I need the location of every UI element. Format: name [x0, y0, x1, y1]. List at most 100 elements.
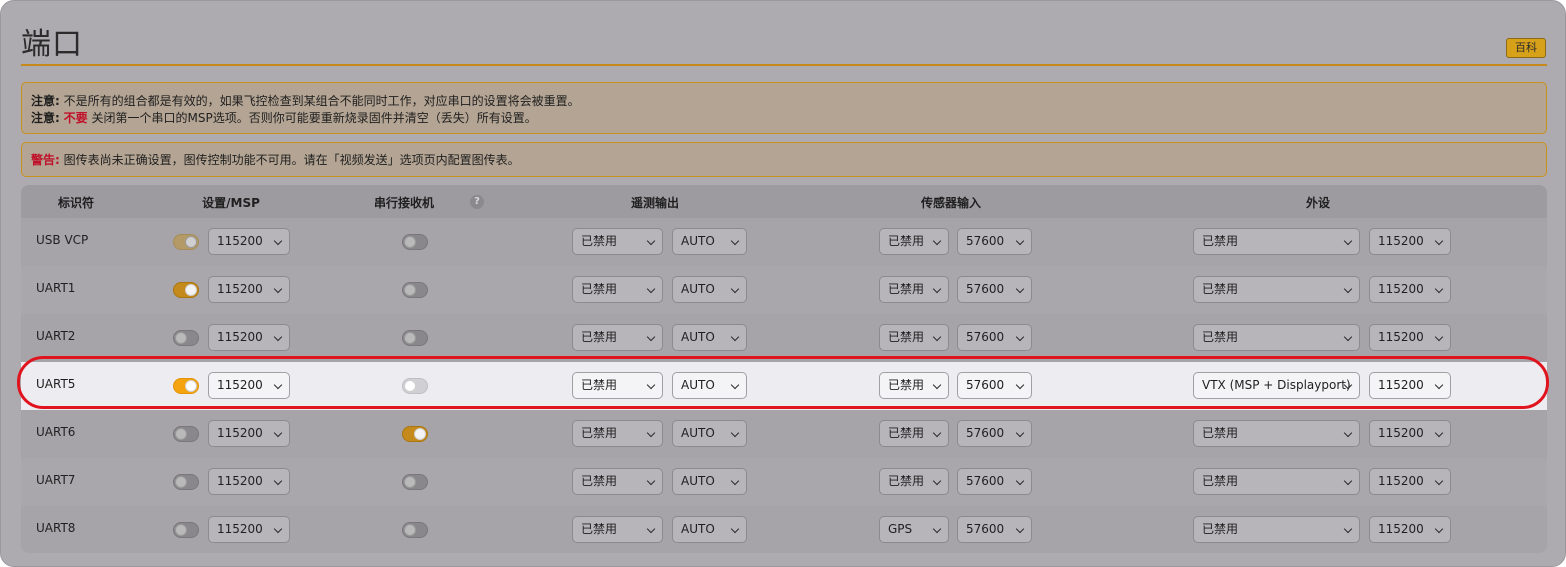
select-value: AUTO	[681, 330, 715, 344]
peripheral-baud-select[interactable]: 115200	[1369, 468, 1451, 495]
telemetry-baud-select[interactable]: AUTO	[672, 420, 747, 447]
serial-rx-toggle[interactable]	[402, 234, 428, 250]
col-peripherals: 外设	[1305, 196, 1331, 210]
toggle-knob	[175, 428, 187, 440]
help-icon[interactable]: ?	[470, 195, 484, 209]
chevron-down-icon	[932, 428, 942, 438]
telemetry-mode-select[interactable]: 已禁用	[572, 420, 663, 447]
toggle-knob	[414, 428, 426, 440]
sensor-mode-select[interactable]: 已禁用	[879, 324, 949, 351]
wiki-button[interactable]: 百科	[1506, 38, 1546, 58]
select-value: 已禁用	[1202, 234, 1239, 248]
col-sensor: 传感器输入	[920, 196, 982, 210]
telemetry-mode-select[interactable]: 已禁用	[572, 516, 663, 543]
msp-toggle[interactable]	[173, 282, 199, 298]
sensor-mode-select[interactable]: GPS	[879, 516, 949, 543]
chevron-down-icon	[1434, 236, 1444, 246]
msp-toggle[interactable]	[173, 330, 199, 346]
telemetry-baud-select[interactable]: AUTO	[672, 468, 747, 495]
select-value: 已禁用	[888, 234, 925, 248]
select-value: 115200	[1378, 426, 1424, 440]
note-emphasis: 不要	[63, 111, 88, 125]
sensor-baud-select[interactable]: 57600	[957, 468, 1032, 495]
sensor-mode-select[interactable]: 已禁用	[879, 420, 949, 447]
note-box: 注意: 不是所有的组合都是有效的，如果飞控检查到某组合不能同时工作，对应串口的设…	[21, 82, 1547, 134]
serial-rx-toggle[interactable]	[402, 330, 428, 346]
msp-baud-select[interactable]: 115200	[208, 276, 290, 303]
warning-text: 图传表尚未正确设置，图传控制功能不可用。请在「视频发送」选项页内配置图传表。	[63, 153, 520, 167]
chevron-down-icon	[1343, 236, 1353, 246]
select-value: 115200	[1378, 522, 1424, 536]
select-value: AUTO	[681, 234, 715, 248]
toggle-knob	[404, 236, 416, 248]
toggle-knob	[185, 236, 197, 248]
toggle-knob	[175, 524, 187, 536]
serial-rx-toggle[interactable]	[402, 426, 428, 442]
serial-rx-toggle[interactable]	[402, 282, 428, 298]
peripheral-baud-select[interactable]: 115200	[1369, 228, 1451, 255]
note-label: 注意:	[31, 94, 60, 108]
select-value: 115200	[217, 522, 263, 536]
select-value: 115200	[217, 234, 263, 248]
chevron-down-icon	[273, 332, 283, 342]
peripheral-baud-select[interactable]: 115200	[1369, 516, 1451, 543]
sensor-mode-select[interactable]: 已禁用	[879, 276, 949, 303]
msp-toggle[interactable]	[173, 234, 199, 250]
select-value: 已禁用	[581, 234, 618, 248]
select-value: 已禁用	[581, 522, 618, 536]
chevron-down-icon	[1434, 428, 1444, 438]
telemetry-baud-select[interactable]: AUTO	[672, 516, 747, 543]
select-value: AUTO	[681, 426, 715, 440]
sensor-baud-select[interactable]: 57600	[957, 516, 1032, 543]
peripheral-baud-select[interactable]: 115200	[1369, 324, 1451, 351]
sensor-baud-select[interactable]: 57600	[957, 276, 1032, 303]
peripheral-mode-select[interactable]: 已禁用	[1193, 276, 1360, 303]
sensor-baud-select[interactable]: 57600	[957, 228, 1032, 255]
warning-label: 警告:	[31, 153, 60, 167]
chevron-down-icon	[1434, 284, 1444, 294]
chevron-down-icon	[1015, 236, 1025, 246]
telemetry-mode-select[interactable]: 已禁用	[572, 324, 663, 351]
peripheral-mode-select[interactable]: 已禁用	[1193, 324, 1360, 351]
port-identifier: UART7	[36, 473, 76, 487]
chevron-down-icon	[273, 284, 283, 294]
select-value: 已禁用	[888, 282, 925, 296]
peripheral-mode-select[interactable]: 已禁用	[1193, 516, 1360, 543]
select-value: 已禁用	[581, 474, 618, 488]
peripheral-mode-select[interactable]: 已禁用	[1193, 468, 1360, 495]
chevron-down-icon	[1343, 332, 1353, 342]
peripheral-baud-select[interactable]: 115200	[1369, 276, 1451, 303]
select-value: 已禁用	[888, 330, 925, 344]
select-value: 115200	[1378, 330, 1424, 344]
msp-toggle[interactable]	[173, 474, 199, 490]
chevron-down-icon	[730, 524, 740, 534]
peripheral-mode-select[interactable]: 已禁用	[1193, 420, 1360, 447]
peripheral-mode-select[interactable]: 已禁用	[1193, 228, 1360, 255]
select-value: 已禁用	[1202, 282, 1239, 296]
msp-baud-select[interactable]: 115200	[208, 228, 290, 255]
sensor-mode-select[interactable]: 已禁用	[879, 228, 949, 255]
telemetry-mode-select[interactable]: 已禁用	[572, 228, 663, 255]
serial-rx-toggle[interactable]	[402, 522, 428, 538]
telemetry-baud-select[interactable]: AUTO	[672, 324, 747, 351]
serial-rx-toggle[interactable]	[402, 474, 428, 490]
msp-toggle[interactable]	[173, 426, 199, 442]
telemetry-baud-select[interactable]: AUTO	[672, 276, 747, 303]
sensor-baud-select[interactable]: 57600	[957, 324, 1032, 351]
select-value: 已禁用	[1202, 522, 1239, 536]
select-value: 已禁用	[581, 330, 618, 344]
telemetry-baud-select[interactable]: AUTO	[672, 228, 747, 255]
telemetry-mode-select[interactable]: 已禁用	[572, 468, 663, 495]
select-value: 115200	[217, 282, 263, 296]
toggle-knob	[175, 332, 187, 344]
msp-baud-select[interactable]: 115200	[208, 468, 290, 495]
sensor-mode-select[interactable]: 已禁用	[879, 468, 949, 495]
sensor-baud-select[interactable]: 57600	[957, 420, 1032, 447]
select-value: 115200	[1378, 282, 1424, 296]
msp-baud-select[interactable]: 115200	[208, 420, 290, 447]
msp-baud-select[interactable]: 115200	[208, 516, 290, 543]
msp-toggle[interactable]	[173, 522, 199, 538]
telemetry-mode-select[interactable]: 已禁用	[572, 276, 663, 303]
peripheral-baud-select[interactable]: 115200	[1369, 420, 1451, 447]
msp-baud-select[interactable]: 115200	[208, 324, 290, 351]
